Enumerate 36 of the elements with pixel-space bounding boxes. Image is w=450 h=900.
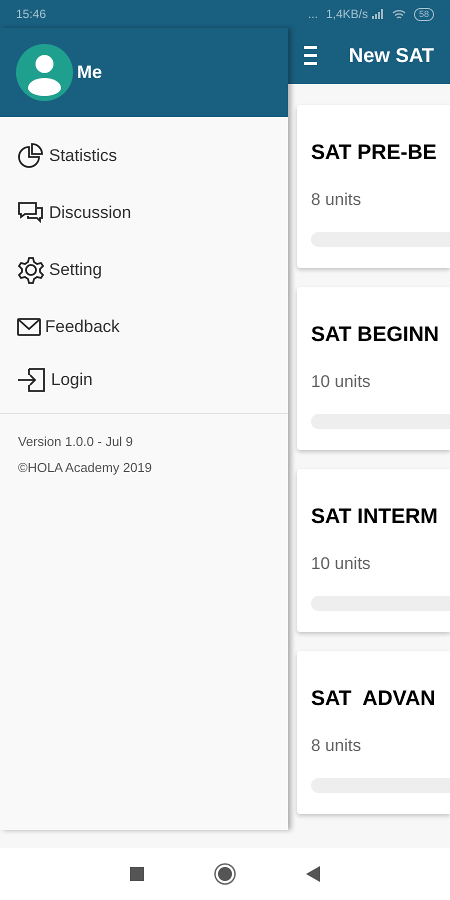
unit-count: 10 units: [311, 552, 372, 574]
clock: 15:46: [16, 6, 46, 23]
menu-item[interactable]: Feedback: [0, 298, 288, 355]
menu-item[interactable]: Setting: [0, 241, 288, 298]
course-card[interactable]: SAT BEGINN 10 units: [297, 287, 450, 450]
version-text: Version 1.0.0 - Jul 9: [18, 433, 134, 451]
signal-icon: [372, 9, 384, 19]
course-title: SAT ADVAN: [311, 686, 436, 712]
course-title: SAT PRE-BE: [311, 140, 438, 166]
course-title: SAT INTERM: [311, 504, 439, 530]
unit-count: 8 units: [311, 734, 362, 756]
gear-icon: [17, 256, 45, 284]
course-card[interactable]: SAT INTERM 10 units: [297, 469, 450, 632]
login-icon: [17, 367, 47, 393]
mail-icon: [17, 316, 41, 336]
menu-item[interactable]: Discussion: [0, 184, 288, 241]
back-icon[interactable]: [306, 866, 320, 882]
notification-dots: ...: [308, 6, 318, 23]
chart-icon: [17, 142, 45, 170]
network-speed: 1,4KB/s: [326, 6, 368, 23]
course-card[interactable]: SAT ADVAN 8 units: [297, 651, 450, 814]
battery-indicator: 58: [414, 8, 434, 20]
course-title: SAT BEGINN: [311, 322, 440, 348]
wifi-icon: [392, 8, 406, 20]
unit-count: 8 units: [311, 188, 362, 210]
menu-item[interactable]: Statistics: [0, 127, 288, 184]
menu-item[interactable]: Login: [0, 355, 288, 405]
home-icon[interactable]: [214, 863, 236, 885]
user-name: Me: [77, 61, 102, 84]
course-card[interactable]: SAT PRE-BE 8 units: [297, 105, 450, 268]
avatar-icon[interactable]: [16, 44, 73, 101]
menu-icon[interactable]: [304, 45, 317, 67]
unit-count: 10 units: [311, 370, 372, 392]
copyright-text: ©HOLA Academy 2019: [18, 458, 153, 477]
chat-icon: [17, 200, 45, 226]
screen-title: New SAT: [348, 44, 434, 69]
